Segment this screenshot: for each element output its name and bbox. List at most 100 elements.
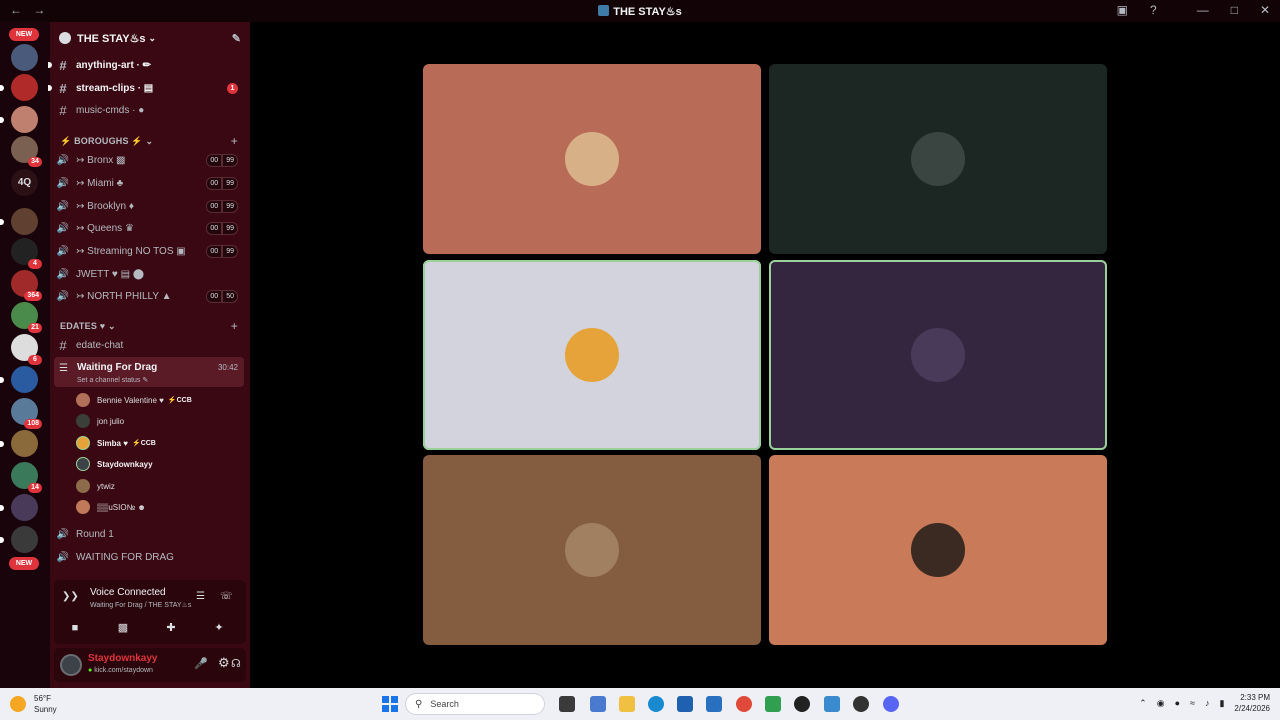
add-channel-icon[interactable]: + — [231, 319, 238, 333]
weather-widget[interactable]: 56°F Sunny — [10, 693, 57, 715]
notepad-icon[interactable] — [824, 696, 840, 712]
inbox-icon[interactable]: ▣ — [1117, 3, 1128, 17]
noise-suppression-icon[interactable]: ☰ — [196, 591, 205, 602]
server-icon[interactable] — [0, 208, 38, 235]
server-list: NEW 34 4Q 4 364 21 6 108 14 NEW — [0, 22, 50, 688]
voice-connected-channel[interactable]: Waiting For Drag / THE STAY♨s — [90, 601, 191, 609]
close-button[interactable]: ✕ — [1260, 3, 1270, 17]
outlook-icon[interactable] — [706, 696, 722, 712]
avatar[interactable] — [60, 654, 82, 676]
channel-anything-art[interactable]: # anything-art · ✏ — [48, 55, 244, 75]
voice-user[interactable]: jon julio — [76, 412, 124, 430]
app-icon[interactable] — [853, 696, 869, 712]
server-icon[interactable] — [11, 44, 38, 71]
voice-channel-queens[interactable]: 🔊 ↣ Queens ♛ 00 99 — [56, 218, 244, 238]
voice-channel-brooklyn[interactable]: 🔊 ↣ Brooklyn ♦ 00 99 — [56, 196, 244, 216]
add-member-icon[interactable]: ✎ — [232, 32, 241, 45]
volume-icon[interactable]: ♪ — [1205, 698, 1210, 708]
category-edates[interactable]: EDATES ♥ ⌄ + — [60, 319, 244, 333]
server-icon[interactable] — [0, 526, 38, 553]
voice-channel-round-1[interactable]: 🔊 Round 1 — [56, 524, 244, 544]
channel-edate-chat[interactable]: # edate-chat — [56, 335, 244, 355]
tray-app-icon[interactable]: ◉ — [1157, 698, 1165, 709]
server-icon[interactable] — [0, 366, 38, 393]
user-count-limit: 99 — [222, 222, 238, 235]
server-icon[interactable]: 4 — [11, 238, 42, 269]
app-icon[interactable] — [794, 696, 810, 712]
voice-channel-miami[interactable]: 🔊 ↣ Miami ♣ 00 99 — [56, 173, 244, 193]
task-view-icon[interactable] — [559, 696, 575, 712]
microphone-tray-icon[interactable]: ● — [1175, 698, 1180, 708]
voice-channel-jwett[interactable]: 🔊 JWETT ♥ ▤ ⬤ — [56, 264, 244, 284]
voice-user[interactable]: Staydownkayy — [76, 455, 153, 473]
add-channel-icon[interactable]: + — [231, 134, 238, 148]
voice-channel-streaming[interactable]: 🔊 ↣ Streaming NO TOS ▣ 00 99 — [56, 241, 244, 261]
server-icon[interactable]: 364 — [11, 270, 42, 301]
activities-icon[interactable]: ✚ — [152, 618, 190, 638]
taskbar-search[interactable]: ⚲ Search — [405, 693, 545, 715]
server-icon[interactable] — [0, 430, 38, 457]
server-icon[interactable]: 6 — [11, 334, 42, 365]
voice-channel-waiting-for-drag[interactable]: 🔊 WAITING FOR DRAG — [56, 547, 244, 567]
app-icon[interactable] — [765, 696, 781, 712]
channel-status[interactable]: Set a channel status ✎ — [77, 376, 148, 384]
channel-stream-clips[interactable]: # stream-clips · ▤ 1 — [48, 78, 244, 98]
gear-icon[interactable]: ⚙ — [218, 655, 230, 671]
soundboard-icon[interactable]: ✦ — [200, 618, 238, 638]
edge-icon[interactable] — [648, 696, 664, 712]
battery-icon[interactable]: ▮ — [1219, 698, 1224, 709]
chevron-up-icon[interactable]: ⌃ — [1139, 698, 1147, 709]
user-status-text: kick.com/staydown — [94, 667, 153, 674]
server-icon[interactable] — [0, 106, 38, 133]
avatar — [76, 500, 90, 514]
titlebar-right: ▣ ? — □ ✕ — [1117, 3, 1270, 17]
active-voice-channel[interactable]: ☰ Waiting For Drag Set a channel status … — [54, 357, 244, 387]
wifi-icon[interactable]: ≈ — [1190, 698, 1195, 708]
help-icon[interactable]: ? — [1150, 3, 1157, 17]
chrome-icon[interactable] — [736, 696, 752, 712]
minimize-button[interactable]: — — [1197, 3, 1209, 17]
copilot-icon[interactable] — [590, 696, 606, 712]
user-count-limit: 99 — [222, 200, 238, 213]
maximize-button[interactable]: □ — [1231, 3, 1238, 17]
participant-tile[interactable] — [769, 260, 1107, 450]
username[interactable]: Staydownkayy — [88, 653, 157, 664]
server-icon[interactable]: 14 — [11, 462, 42, 493]
camera-off-icon[interactable]: ■ — [56, 618, 94, 638]
category-name: ⚡ BOROUGHS ⚡ — [60, 136, 143, 146]
start-icon[interactable] — [382, 696, 398, 712]
category-boroughs[interactable]: ⚡ BOROUGHS ⚡ ⌄ + — [60, 134, 244, 148]
participant-tile[interactable] — [423, 64, 761, 254]
voice-user[interactable]: Simba ♥ ⚡CCB — [76, 434, 156, 452]
voice-user[interactable]: ytwiz — [76, 477, 115, 495]
server-icon[interactable]: 108 — [11, 398, 42, 429]
participant-tile[interactable] — [769, 64, 1107, 254]
disconnect-icon[interactable]: ☏ — [220, 591, 233, 602]
server-4q[interactable]: 4Q — [11, 169, 38, 196]
server-icon[interactable]: 21 — [11, 302, 42, 333]
clock[interactable]: 2:33 PM 2/24/2026 — [1234, 692, 1270, 714]
voice-user[interactable]: ▒▒uSIO№ ☻ — [76, 498, 146, 516]
signal-icon[interactable]: ❯❯ — [62, 591, 79, 602]
server-icon[interactable]: 34 — [11, 136, 42, 167]
channel-name: ↣ Streaming NO TOS ▣ — [76, 245, 186, 257]
file-explorer-icon[interactable] — [619, 696, 635, 712]
voice-activity-icon: ☰ — [59, 363, 68, 374]
server-icon[interactable] — [0, 74, 38, 101]
headphones-icon[interactable]: ☊ — [231, 657, 241, 670]
participant-tile[interactable] — [769, 455, 1107, 645]
voice-channel-north-philly[interactable]: 🔊 ↣ NORTH PHILLY ▲ 00 50 — [56, 286, 244, 306]
voice-user[interactable]: Bennie Valentine ♥ ⚡CCB — [76, 391, 192, 409]
server-icon[interactable] — [0, 494, 38, 521]
participant-tile[interactable] — [423, 260, 761, 450]
avatar — [76, 393, 90, 407]
voice-channel-bronx[interactable]: 🔊 ↣ Bronx ▩ 00 99 — [56, 150, 244, 170]
discord-icon[interactable] — [883, 696, 899, 712]
participant-tile[interactable] — [423, 455, 761, 645]
microphone-icon[interactable]: 🎤 — [194, 657, 208, 670]
screen-share-icon[interactable]: ▩ — [104, 618, 142, 638]
store-icon[interactable] — [677, 696, 693, 712]
channel-name: Round 1 — [76, 528, 114, 540]
channel-music-cmds[interactable]: # music-cmds · ● — [56, 100, 244, 120]
guild-header[interactable]: THE STAY♨s ⌄ ✎ — [50, 22, 250, 54]
